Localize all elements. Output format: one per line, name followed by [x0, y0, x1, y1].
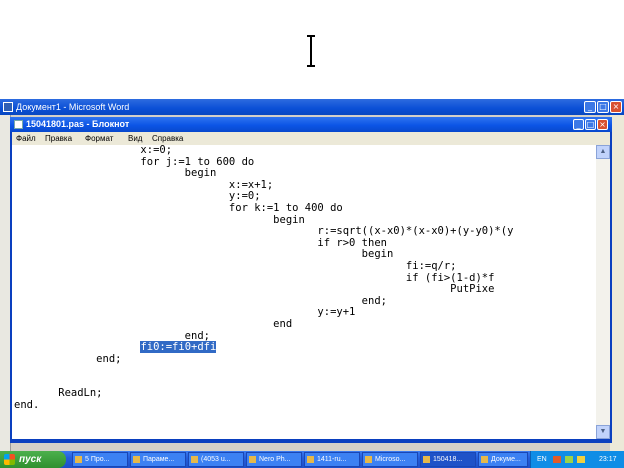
notepad-minimize-button[interactable]: _ [573, 119, 584, 130]
folder-icon [75, 456, 82, 463]
window-icon [307, 456, 314, 463]
taskbar-item[interactable]: 5 Про... [72, 452, 128, 467]
word-right-scrollbar[interactable] [610, 115, 624, 451]
start-button[interactable]: пуск [0, 451, 66, 468]
scroll-up-arrow-icon[interactable]: ▲ [596, 145, 610, 159]
taskbar-item[interactable]: Nero Ph... [246, 452, 302, 467]
taskbar-item[interactable]: Докуме... [478, 452, 528, 467]
code-line: end. [14, 399, 40, 412]
word-app-icon [3, 102, 13, 112]
notepad-window-title: 15041801.pas - Блокнот [26, 119, 130, 129]
taskbar-item[interactable]: (4053 u... [188, 452, 244, 467]
tray-network-icon[interactable] [565, 456, 573, 463]
taskbar: пуск 5 Про... Параме... (4053 u... Nero … [0, 451, 624, 468]
word-icon [481, 456, 488, 463]
taskbar-item-active[interactable]: 150418... [420, 452, 476, 467]
word-title-bar[interactable]: Документ1 - Microsoft Word _ □ × [0, 99, 624, 115]
notepad-close-button[interactable]: × [597, 119, 608, 130]
window-icon [365, 456, 372, 463]
notepad-app-icon [14, 120, 23, 129]
window-icon [133, 456, 140, 463]
notepad-vertical-scrollbar[interactable]: ▲ ▼ [596, 145, 610, 439]
taskbar-item[interactable]: 1411-ru... [304, 452, 360, 467]
code-line: fi:=q/r; [14, 259, 457, 272]
menu-view[interactable]: Вид [128, 132, 142, 145]
tray-app-icon[interactable] [553, 456, 561, 463]
code-line: x:=0; [14, 145, 173, 156]
code-text: x:=0; for j:=1 to 600 do begin x:=x+1; y… [14, 145, 513, 412]
system-tray: EN 23:17 [530, 451, 624, 468]
code-line: end; [14, 352, 122, 365]
tray-volume-icon[interactable] [577, 456, 585, 463]
browser-icon [191, 456, 198, 463]
menu-edit[interactable]: Правка [45, 132, 72, 145]
word-window-title: Документ1 - Microsoft Word [16, 102, 130, 112]
windows-logo-icon [4, 454, 15, 465]
code-line: r:=sqrt((x-x0)*(x-x0)+(y-y0)*(y [14, 225, 514, 238]
scroll-down-arrow-icon[interactable]: ▼ [596, 425, 610, 439]
code-line: for k:=1 to 400 do [14, 201, 343, 214]
code-line: ReadLn; [14, 387, 103, 400]
word-maximize-button[interactable]: □ [597, 101, 609, 113]
menu-file[interactable]: Файл [16, 132, 36, 145]
text-cursor-icon [307, 35, 315, 67]
selected-line-indent [14, 341, 140, 353]
notepad-window: 15041801.pas - Блокнот _ □ × Файл Правка… [10, 117, 612, 443]
notepad-title-bar[interactable]: 15041801.pas - Блокнот _ □ × [10, 117, 612, 132]
taskbar-item[interactable]: Параме... [130, 452, 186, 467]
selected-code-line: fi0:=fi0+dfi [14, 341, 513, 354]
code-line: end [14, 317, 293, 330]
language-indicator[interactable]: EN [537, 451, 547, 468]
menu-help[interactable]: Справка [152, 132, 183, 145]
selected-text[interactable]: fi0:=fi0+dfi [140, 341, 217, 354]
code-line: PutPixe [14, 283, 495, 296]
word-minimize-button[interactable]: _ [584, 101, 596, 113]
clock[interactable]: 23:17 [599, 451, 617, 468]
start-label: пуск [19, 454, 42, 465]
notepad-maximize-button[interactable]: □ [585, 119, 596, 130]
word-close-button[interactable]: × [610, 101, 622, 113]
menu-format[interactable]: Формат [85, 132, 113, 145]
notepad-menu-bar: Файл Правка Формат Вид Справка [12, 132, 610, 145]
notepad-icon [423, 456, 430, 463]
nero-icon [249, 456, 256, 463]
taskbar-item[interactable]: Microso... [362, 452, 418, 467]
notepad-text-area[interactable]: x:=0; for j:=1 to 600 do begin x:=x+1; y… [12, 145, 596, 439]
